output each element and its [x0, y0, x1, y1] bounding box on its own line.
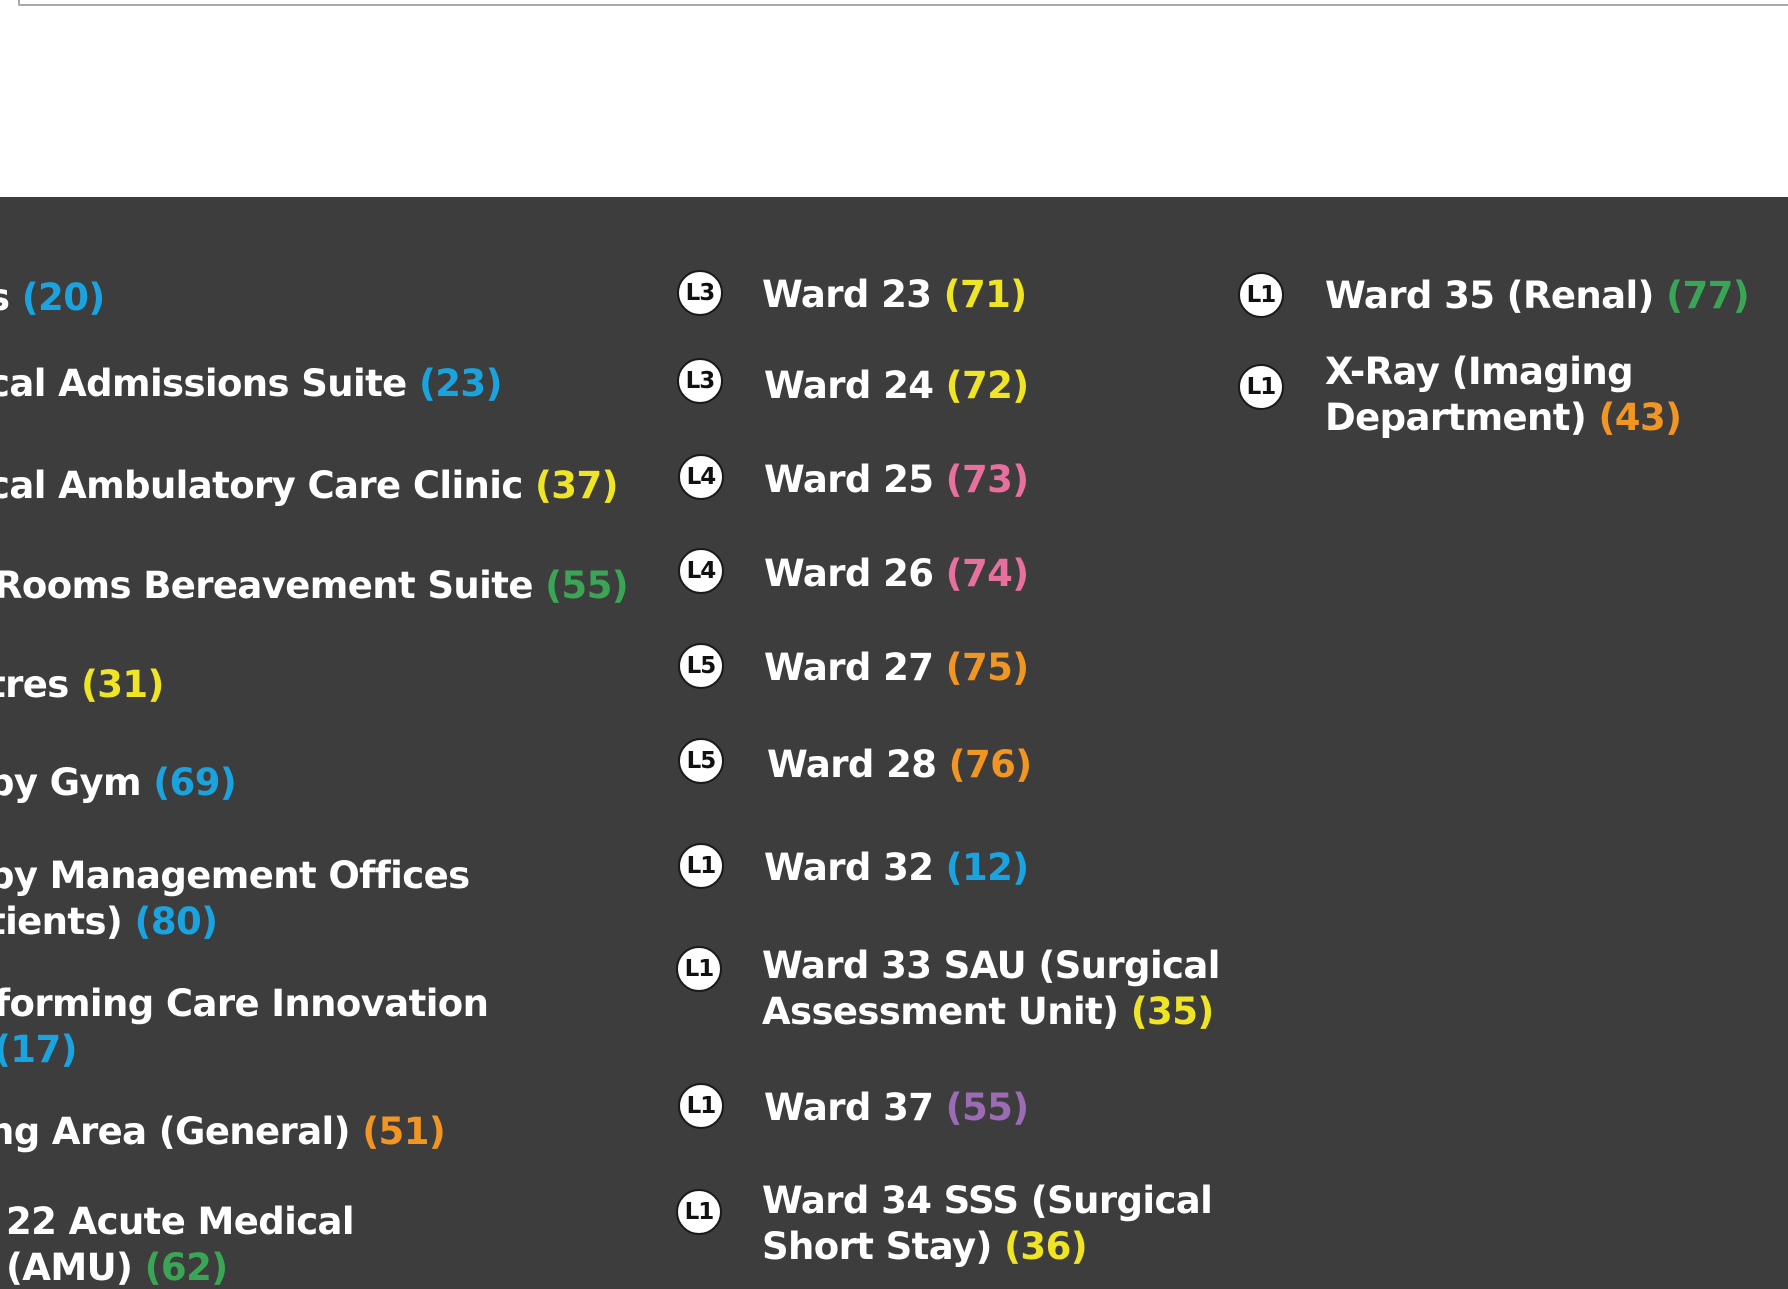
item-name: s [0, 276, 10, 319]
directory-item[interactable]: cal Ambulatory Care Clinic (37) [0, 463, 619, 509]
directory-item[interactable]: Ward 35 (Renal) (77) [1325, 273, 1750, 319]
directory-item[interactable]: py Management Offices tients) (80) [0, 853, 470, 945]
item-name: Ward 28 [767, 743, 937, 786]
item-number: (35) [1130, 990, 1215, 1033]
item-number: (55) [945, 1086, 1030, 1129]
item-number: (77) [1666, 274, 1750, 317]
header-area [0, 0, 1788, 197]
item-name: cal Ambulatory Care Clinic [0, 464, 523, 507]
item-name: Ward 24 [764, 364, 934, 407]
item-name: cal Admissions Suite [0, 362, 407, 405]
directory-item[interactable]: forming Care Innovation (17) [0, 981, 489, 1073]
item-name: ng Area (General) [0, 1110, 351, 1153]
item-name: Ward 27 [764, 646, 934, 689]
item-name: Rooms Bereavement Suite [0, 564, 533, 607]
item-number: (72) [945, 364, 1030, 407]
item-number: (23) [418, 362, 503, 405]
item-name: Short Stay) [762, 1225, 992, 1268]
level-badge-icon: L1 [676, 1189, 722, 1235]
directory-item[interactable]: 22 Acute Medical (AMU) (62) [6, 1199, 355, 1289]
item-name: Ward 26 [764, 552, 934, 595]
level-badge-icon: L1 [678, 843, 724, 889]
directory-item[interactable]: Ward 34 SSS (Surgical Short Stay) (36) [762, 1178, 1213, 1270]
item-name: Ward 32 [764, 846, 934, 889]
directory-item[interactable]: Ward 24 (72) [764, 363, 1029, 409]
level-badge-icon: L3 [677, 358, 723, 404]
level-badge-icon: L1 [678, 1083, 724, 1129]
level-badge-icon: L4 [678, 454, 724, 500]
item-number: (74) [945, 552, 1030, 595]
level-badge-icon: L1 [676, 946, 722, 992]
item-number: (36) [1004, 1225, 1088, 1268]
item-name: py Gym [0, 761, 142, 804]
item-name: Ward 35 (Renal) [1325, 274, 1654, 317]
item-number: (62) [144, 1246, 229, 1289]
item-name: Ward 25 [764, 458, 934, 501]
item-name: (AMU) [6, 1246, 133, 1289]
item-number: (17) [0, 1028, 78, 1071]
item-number: (55) [545, 564, 629, 607]
directory-item[interactable]: Ward 33 SAU (Surgical Assessment Unit) (… [762, 943, 1220, 1035]
item-number: (37) [535, 464, 619, 507]
directory-item[interactable]: ng Area (General) (51) [0, 1109, 446, 1155]
item-name: tients) [0, 900, 123, 943]
directory-item[interactable]: tres (31) [0, 662, 164, 708]
level-badge-icon: L1 [1238, 364, 1284, 410]
item-name: Assessment Unit) [762, 990, 1119, 1033]
directory-item[interactable]: Ward 23 (71) [762, 272, 1027, 318]
level-badge-icon: L5 [678, 738, 724, 784]
item-number: (80) [134, 900, 219, 943]
directory-item[interactable]: Ward 26 (74) [764, 551, 1029, 597]
item-number: (31) [80, 663, 165, 706]
level-badge-icon: L4 [678, 548, 724, 594]
search-input[interactable] [18, 0, 1788, 6]
item-number: (12) [945, 846, 1030, 889]
level-badge-icon: L1 [1238, 272, 1284, 318]
directory-item[interactable]: Rooms Bereavement Suite (55) [0, 563, 629, 609]
item-number: (43) [1598, 396, 1682, 439]
directory-item[interactable]: cal Admissions Suite (23) [0, 361, 502, 407]
directory-item[interactable]: X-Ray (Imaging Department) (43) [1325, 349, 1682, 441]
item-number: (69) [153, 761, 237, 804]
item-number: (51) [362, 1110, 446, 1153]
item-number: (71) [943, 273, 1028, 316]
item-number: (73) [945, 458, 1030, 501]
item-name: Ward 23 [762, 273, 932, 316]
item-number: (20) [21, 276, 106, 319]
level-badge-icon: L5 [678, 643, 724, 689]
item-number: (75) [945, 646, 1030, 689]
item-number: (76) [948, 743, 1033, 786]
directory-panel: s (20) cal Admissions Suite (23) cal Amb… [0, 197, 1788, 1289]
level-badge-icon: L3 [677, 270, 723, 316]
directory-item[interactable]: Ward 32 (12) [764, 845, 1029, 891]
directory-column-left: s (20) cal Admissions Suite (23) cal Amb… [0, 197, 640, 1289]
item-name: Ward 37 [764, 1086, 934, 1129]
directory-item[interactable]: Ward 37 (55) [764, 1085, 1029, 1131]
directory-item[interactable]: py Gym (69) [0, 760, 237, 806]
directory-item[interactable]: s (20) [0, 275, 105, 321]
item-name: tres [0, 663, 69, 706]
item-name: Department) [1325, 396, 1587, 439]
directory-item[interactable]: Ward 28 (76) [767, 742, 1032, 788]
directory-item[interactable]: Ward 25 (73) [764, 457, 1029, 503]
directory-item[interactable]: Ward 27 (75) [764, 645, 1029, 691]
